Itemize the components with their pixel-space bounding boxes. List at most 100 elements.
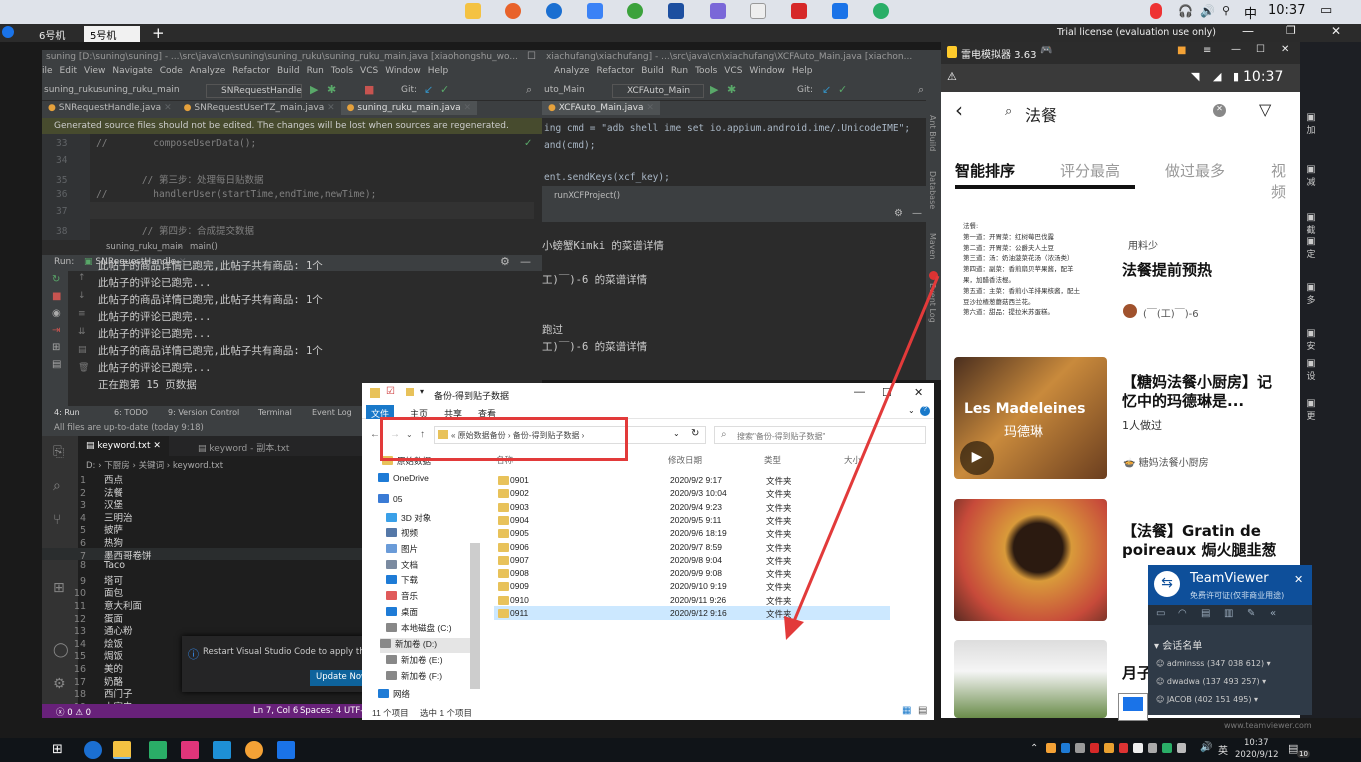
teamviewer-icon[interactable]: [832, 3, 848, 19]
back-icon[interactable]: ←: [370, 429, 380, 440]
headset-icon[interactable]: 🎧: [1178, 4, 1193, 18]
qat-dropdown-icon[interactable]: ▾: [420, 387, 424, 396]
tool-tab-eventlog[interactable]: Event Log: [312, 408, 352, 417]
ime-indicator[interactable]: 英: [1218, 742, 1228, 757]
up-icon[interactable]: ↑: [78, 273, 86, 283]
vscode-icon[interactable]: [213, 741, 231, 759]
add-tab-icon[interactable]: +: [152, 24, 165, 42]
intellij-icon[interactable]: [181, 741, 199, 759]
code-editor[interactable]: 33 // composeUserData(); 34 35 // 第三步：处理…: [42, 134, 542, 240]
menu-window[interactable]: Window: [749, 66, 785, 76]
qq-icon[interactable]: [1150, 3, 1162, 19]
menu-view[interactable]: View: [84, 66, 105, 76]
recipe-thumbnail[interactable]: [954, 640, 1107, 718]
tool-tab-run[interactable]: 4: Run: [54, 408, 80, 417]
update-now-button[interactable]: Update Now: [310, 670, 366, 686]
maximize-icon[interactable]: ☐: [1256, 44, 1265, 55]
close-window-icon[interactable]: ✕: [1331, 24, 1341, 38]
git-update-icon[interactable]: ↙: [424, 83, 433, 96]
menu-edit[interactable]: Edit: [60, 66, 77, 76]
tray-expand-icon[interactable]: ⌃: [1030, 743, 1038, 754]
minimize-icon[interactable]: —: [1242, 24, 1254, 38]
explorer-icon[interactable]: ⎘: [53, 444, 64, 460]
recipe-author[interactable]: (￣(工)￣)-6: [1143, 305, 1199, 320]
camera-icon[interactable]: ◉: [52, 308, 61, 319]
app2-icon[interactable]: [710, 3, 726, 19]
tray-app-icon[interactable]: [1176, 743, 1186, 753]
print2-icon[interactable]: ▤: [78, 345, 87, 355]
collapse-icon[interactable]: «: [1270, 608, 1276, 619]
menu-run[interactable]: Run: [671, 66, 688, 76]
stop-run-icon[interactable]: ■: [52, 291, 61, 302]
git-commit-icon[interactable]: ✓: [440, 83, 449, 96]
chrome-icon[interactable]: [627, 3, 643, 19]
scroll-end-icon[interactable]: ⇊: [78, 327, 86, 337]
restore-icon[interactable]: ❐: [1286, 24, 1296, 37]
teamviewer-url[interactable]: www.teamviewer.com: [1224, 721, 1312, 730]
menu-file[interactable]: ile: [42, 66, 53, 76]
hide-icon[interactable]: —: [912, 208, 922, 219]
menu-vcs[interactable]: VCS: [724, 66, 742, 76]
recipe-title[interactable]: 法餐提前预热: [1122, 261, 1212, 280]
tray-app-icon[interactable]: [1162, 743, 1172, 753]
gift-icon[interactable]: ■: [1177, 45, 1186, 56]
menu-navigate[interactable]: Navigate: [112, 66, 152, 76]
maximize-icon[interactable]: ☐: [527, 51, 536, 62]
crumb-project[interactable]: suning_ruku: [44, 85, 99, 95]
col-date[interactable]: 修改日期: [668, 454, 702, 466]
tray-app-icon[interactable]: [1133, 743, 1143, 753]
details-view-icon[interactable]: ▦: [902, 705, 911, 716]
speaker-icon[interactable]: 🔊: [1200, 742, 1212, 753]
minimize-icon[interactable]: —: [1231, 44, 1241, 55]
tab-top-rated[interactable]: 评分最高: [1060, 160, 1120, 181]
method-breadcrumb[interactable]: runXCFProject(): [542, 186, 926, 208]
close-icon[interactable]: ✕: [1294, 573, 1303, 586]
menu-analyze[interactable]: Analyze: [554, 66, 589, 76]
tray-app-icon[interactable]: [1060, 743, 1070, 753]
gamepad-icon[interactable]: 🎮: [1040, 45, 1052, 56]
menu-refactor[interactable]: Refactor: [232, 66, 270, 76]
tray-app-icon[interactable]: [1147, 743, 1157, 753]
computer-icon[interactable]: [1118, 693, 1148, 721]
tab-snrequestusertz[interactable]: ● SNRequestUserTZ_main.java ✕: [178, 101, 341, 115]
start-icon[interactable]: ⊞: [52, 742, 63, 757]
speaker-icon[interactable]: 🔊: [1200, 4, 1215, 18]
tab-suning-ruku-main[interactable]: ● suning_ruku_main.java ✕: [340, 101, 478, 115]
taskbar-time[interactable]: 10:37: [1244, 738, 1269, 748]
chat-icon[interactable]: ▤: [1201, 608, 1210, 619]
crumb-file[interactable]: suning_ruku_main: [98, 85, 180, 95]
session-user[interactable]: ☺ JACOB (402 151 495) ▾: [1156, 695, 1258, 704]
filter-icon[interactable]: ▽: [1259, 100, 1271, 119]
tab-xcfauto-main[interactable]: ● XCFAuto_Main.java ✕: [542, 101, 660, 115]
tray-app-icon[interactable]: [1089, 743, 1099, 753]
search-icon[interactable]: ⌕: [526, 83, 532, 97]
settings-icon[interactable]: ▣ 设: [1304, 358, 1318, 382]
tab-smart-sort[interactable]: 智能排序: [955, 160, 1015, 181]
tab-keyword-copy[interactable]: ▤ keyword - 副本.txt: [190, 436, 297, 456]
clear-icon[interactable]: ✕: [1213, 104, 1226, 117]
tool-ant-build[interactable]: Ant Build: [928, 115, 937, 151]
edge-icon[interactable]: [546, 3, 562, 19]
typora-icon[interactable]: [750, 3, 766, 19]
tool-tab-todo[interactable]: 6: TODO: [114, 408, 148, 417]
delete-icon[interactable]: 🗑: [78, 363, 89, 373]
git-update-icon[interactable]: ↙: [822, 83, 831, 96]
recipe-thumbnail[interactable]: [954, 499, 1107, 621]
ime-indicator[interactable]: 中: [1244, 3, 1257, 22]
run-icon[interactable]: ▶: [310, 83, 318, 96]
tool-maven[interactable]: Maven: [928, 233, 937, 260]
back-icon[interactable]: ‹: [955, 98, 963, 122]
exit-icon[interactable]: ⇥: [52, 325, 60, 336]
tool-tab-terminal[interactable]: Terminal: [258, 408, 292, 417]
git-commit-icon[interactable]: ✓: [838, 83, 847, 96]
address-dropdown-icon[interactable]: ⌄: [673, 429, 680, 438]
tray-app-icon[interactable]: [1118, 743, 1128, 753]
run-icon[interactable]: ▶: [710, 83, 718, 96]
recipe-title[interactable]: 【糖妈法餐小厨房】记忆中的玛德琳是...: [1122, 373, 1282, 411]
encoding[interactable]: UTF-: [344, 706, 363, 716]
search-icon[interactable]: ⌕: [918, 83, 924, 97]
tray-app-icon[interactable]: [1075, 743, 1085, 753]
leidian-icon[interactable]: [245, 741, 263, 759]
tray-app-icon[interactable]: [1104, 743, 1114, 753]
print-icon[interactable]: ▤: [52, 359, 61, 370]
